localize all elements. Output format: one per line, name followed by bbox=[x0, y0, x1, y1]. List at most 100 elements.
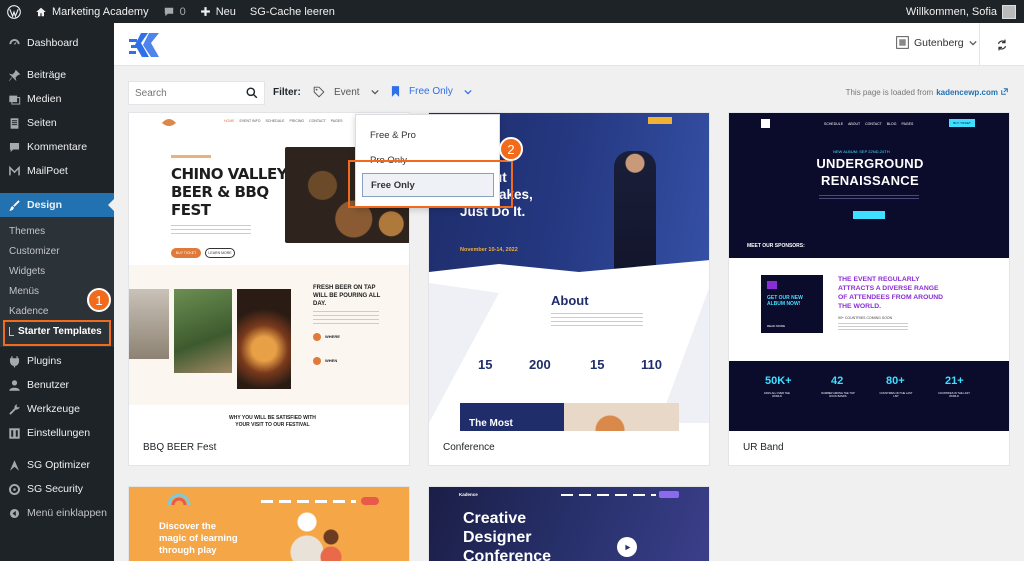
pin-icon bbox=[8, 69, 21, 81]
bbq-section-title-line: DAY. bbox=[313, 301, 327, 307]
new-content-link[interactable]: Neu bbox=[193, 0, 243, 23]
category-filter[interactable]: Event bbox=[313, 86, 379, 98]
bbq-section-body bbox=[313, 311, 379, 325]
wrench-icon bbox=[9, 403, 20, 415]
band-event-text-line: THE WORLD. bbox=[838, 303, 882, 310]
bookmark-icon bbox=[391, 86, 400, 97]
plan-filter[interactable]: Free Only bbox=[391, 86, 472, 97]
page-builder-select[interactable]: Gutenberg bbox=[896, 36, 977, 49]
sync-icon bbox=[997, 39, 1007, 50]
menu-kommentare[interactable]: Kommentare bbox=[0, 135, 114, 159]
greeting: Willkommen, Sofia bbox=[905, 5, 997, 18]
template-card-kids[interactable]: Discover the magic of learning through p… bbox=[128, 486, 410, 561]
site-name-link[interactable]: Marketing Academy bbox=[28, 0, 156, 23]
comment-icon bbox=[9, 142, 20, 152]
media-icon bbox=[9, 95, 21, 105]
menu-sg-security[interactable]: SG Security bbox=[0, 477, 114, 501]
submenu-customizer[interactable]: Customizer bbox=[0, 241, 114, 261]
bbq-nav: HOME EVENT INFO SCHEDULE PRICING CONTACT… bbox=[224, 119, 343, 123]
menu-label: SG Security bbox=[27, 483, 84, 495]
template-search[interactable] bbox=[128, 81, 265, 105]
cache-label: SG-Cache leeren bbox=[249, 5, 335, 18]
band-stat-value: 42 bbox=[831, 375, 844, 387]
conf-speaker-figure bbox=[614, 151, 656, 273]
menu-label: MailPoet bbox=[27, 165, 68, 177]
kids-child-image bbox=[319, 527, 343, 561]
submenu-widgets[interactable]: Widgets bbox=[0, 261, 114, 281]
dropdown-option-free-pro[interactable]: Free & Pro bbox=[356, 123, 499, 147]
search-icon[interactable] bbox=[246, 87, 258, 99]
band-nav-item: PAGES bbox=[901, 122, 914, 126]
bbq-kicker-line bbox=[171, 155, 211, 158]
band-nav-button-label: BUY TICKET bbox=[953, 121, 971, 125]
menu-beitraege[interactable]: Beiträge bbox=[0, 63, 114, 87]
admin-bar: Marketing Academy 0 Neu SG-Cache leeren … bbox=[0, 0, 1024, 23]
bbq-body-text bbox=[171, 225, 251, 237]
menu-label: Beiträge bbox=[27, 69, 67, 81]
band-sponsors-label: MEET OUR SPONSORS: bbox=[747, 243, 805, 249]
page-icon bbox=[10, 117, 19, 129]
design-conf-nav bbox=[561, 494, 656, 496]
kids-headline-line: Discover the bbox=[159, 521, 217, 532]
band-event-text-line: ATTRACTS A DIVERSE RANGE bbox=[838, 285, 939, 292]
source-note-text: This page is loaded from bbox=[845, 88, 934, 97]
wordpress-logo-button[interactable] bbox=[0, 0, 28, 23]
menu-mailpoet[interactable]: MailPoet bbox=[0, 159, 114, 183]
band-headline: UNDERGROUND RENAISSANCE bbox=[799, 155, 941, 189]
menu-label: Kommentare bbox=[27, 141, 88, 153]
comments-link[interactable]: 0 bbox=[156, 0, 193, 23]
menu-benutzer[interactable]: Benutzer bbox=[0, 373, 114, 397]
template-card-design-conference[interactable]: Kadence Creative Designer Conference bbox=[428, 486, 710, 561]
design-conf-headline-line: Conference bbox=[463, 548, 552, 561]
menu-label: Menü einklappen bbox=[27, 507, 107, 519]
search-input[interactable] bbox=[135, 87, 235, 99]
category-filter-value: Event bbox=[334, 86, 360, 98]
conf-stat: 15 bbox=[590, 357, 605, 372]
kids-headline: Discover the magic of learning through p… bbox=[159, 521, 238, 557]
band-event-body bbox=[838, 323, 908, 331]
conf-about-body bbox=[551, 313, 643, 329]
collapse-icon bbox=[9, 508, 20, 518]
conf-stat: 15 bbox=[478, 357, 493, 372]
bbq-learn-more-button: LEARN MORE bbox=[205, 248, 235, 258]
bbq-headline-line: CHINO VALLEY bbox=[171, 165, 288, 183]
bbq-footer-title-line: WHY YOU WILL BE SATISFIED WITH bbox=[229, 415, 316, 421]
conf-bottom-title: The Most bbox=[469, 418, 513, 429]
menu-plugins[interactable]: Plugins bbox=[0, 349, 114, 373]
band-nav-item: SCHEDULE bbox=[824, 122, 844, 126]
menu-medien[interactable]: Medien bbox=[0, 87, 114, 111]
band-event-text-line: THE EVENT REGULARLY bbox=[838, 276, 920, 283]
submenu-themes[interactable]: Themes bbox=[0, 221, 114, 241]
bbq-photo-fire bbox=[237, 289, 291, 389]
band-stat-label: COUNTRIES ON THE LAST LIST bbox=[879, 392, 913, 398]
plus-icon bbox=[200, 7, 210, 16]
cache-purge-link[interactable]: SG-Cache leeren bbox=[243, 0, 342, 23]
menu-einstellungen[interactable]: Einstellungen bbox=[0, 421, 114, 445]
band-event-text: THE EVENT REGULARLY ATTRACTS A DIVERSE R… bbox=[838, 275, 943, 311]
band-album-link: READ MORE bbox=[767, 324, 786, 328]
menu-seiten[interactable]: Seiten bbox=[0, 111, 114, 135]
design-conf-nav-button bbox=[659, 491, 679, 498]
menu-label: SG Optimizer bbox=[27, 459, 91, 471]
new-label: Neu bbox=[215, 5, 236, 18]
menu-collapse[interactable]: Menü einklappen bbox=[0, 501, 114, 525]
callout-highlight-starter-templates bbox=[3, 320, 111, 346]
band-logo bbox=[761, 119, 770, 128]
bbq-nav-item: SCHEDULE bbox=[265, 119, 285, 123]
sync-library-button[interactable] bbox=[979, 23, 1024, 66]
comment-icon bbox=[164, 7, 173, 16]
menu-sg-optimizer[interactable]: SG Optimizer bbox=[0, 453, 114, 477]
menu-design[interactable]: Design bbox=[0, 193, 114, 217]
account-menu[interactable]: Willkommen, Sofia bbox=[905, 4, 1024, 19]
template-card-ur-band[interactable]: SCHEDULE ABOUT CONTACT BLOG PAGES BUY TI… bbox=[728, 112, 1010, 466]
menu-werkzeuge[interactable]: Werkzeuge bbox=[0, 397, 114, 421]
menu-dashboard[interactable]: Dashboard bbox=[0, 31, 114, 55]
source-link[interactable]: kadencewp.com bbox=[936, 88, 998, 97]
bbq-buy-ticket-button: BUY TICKET bbox=[171, 248, 201, 258]
band-stat-label: FANS ALL OVER THE WORLD bbox=[764, 392, 790, 398]
chevron-down-icon bbox=[969, 40, 977, 45]
bbq-where-label: WHERE bbox=[325, 334, 340, 339]
band-headline-line: RENAISSANCE bbox=[821, 173, 919, 188]
bbq-where-icon bbox=[313, 333, 321, 341]
band-nav: SCHEDULE ABOUT CONTACT BLOG PAGES bbox=[824, 122, 913, 126]
